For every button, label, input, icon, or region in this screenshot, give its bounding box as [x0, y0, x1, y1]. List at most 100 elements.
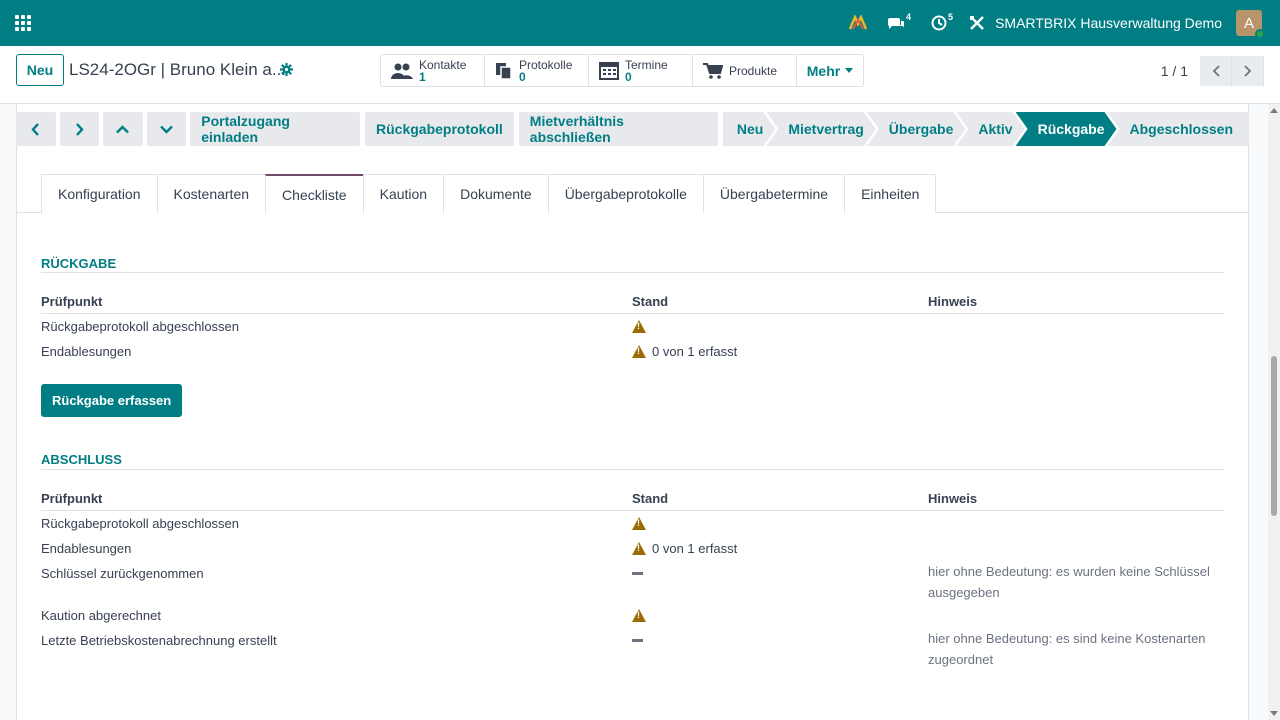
tab-konfiguration[interactable]: Konfiguration [41, 174, 158, 213]
row-pruefpunkt: Endablesungen [41, 541, 132, 556]
table-row: Rückgabeprotokoll abgeschlossen [41, 511, 1224, 536]
scrollbar-thumb[interactable] [1271, 356, 1277, 516]
table-row: Endablesungen 0 von 1 erfasst [41, 339, 1224, 364]
pager-next-button[interactable] [1232, 56, 1264, 86]
invite-portal-button[interactable]: Portalzugang einladen [190, 112, 360, 146]
activity-badge: 5 [948, 12, 954, 22]
prev-record-button[interactable] [16, 112, 56, 146]
new-record-button[interactable]: Neu [16, 54, 64, 86]
pager-previous-button[interactable] [1200, 56, 1232, 86]
checklist-table-rueckgabe: Prüfpunkt Stand Hinweis Rückgabeprotokol… [41, 292, 1224, 364]
table-row: Rückgabeprotokoll abgeschlossen [41, 314, 1224, 339]
row-pruefpunkt: Letzte Betriebskostenabrechnung erstellt [41, 633, 277, 648]
warning-icon [632, 517, 646, 530]
table-row: Schlüssel zurückgenommen hier ohne Bedeu… [41, 561, 1224, 603]
warning-icon [632, 320, 646, 333]
more-dropdown-button[interactable]: Mehr [797, 55, 863, 86]
app-menu-icon[interactable] [0, 0, 46, 46]
chevron-right-icon [1243, 65, 1251, 77]
chat-icon[interactable]: 4 [877, 0, 921, 46]
warning-icon [632, 609, 646, 622]
row-hinweis: hier ohne Bedeutung: es sind keine Koste… [928, 631, 1206, 667]
close-tenancy-button[interactable]: Mietverhältnis abschließen [518, 112, 718, 146]
tab-einheiten[interactable]: Einheiten [844, 174, 937, 213]
smart-button-label: Termine [625, 57, 668, 72]
smart-button-label: Produkte [729, 63, 778, 78]
checklist-table-abschluss: Prüfpunkt Stand Hinweis Rückgabeprotokol… [41, 489, 1224, 670]
return-protocol-button[interactable]: Rückgabeprotokoll [365, 112, 514, 146]
table-header: Prüfpunkt Stand Hinweis [41, 489, 1224, 511]
top-navbar: 4 5 SMARTBRIX Hausverwaltung Demo A [0, 0, 1280, 46]
column-header-stand: Stand [632, 294, 669, 309]
column-header-stand: Stand [632, 491, 669, 506]
online-status-icon [1255, 29, 1265, 39]
warning-icon [632, 542, 646, 555]
company-switcher[interactable]: SMARTBRIX Hausverwaltung Demo [963, 15, 1236, 31]
row-pruefpunkt: Rückgabeprotokoll abgeschlossen [41, 516, 240, 531]
collapse-button[interactable] [103, 112, 143, 146]
smart-button-termine[interactable]: Termine 0 [589, 55, 693, 86]
stage-neu[interactable]: Neu [723, 112, 775, 146]
stage-abgeschlossen[interactable]: Abgeschlossen [1107, 112, 1249, 146]
row-stand: 0 von 1 erfasst [632, 344, 928, 364]
row-pruefpunkt: Endablesungen [41, 344, 132, 359]
smart-button-label: Kontakte [419, 57, 467, 72]
smart-button-kontakte[interactable]: Kontakte 1 [381, 55, 485, 86]
row-stand-text: 0 von 1 erfasst [652, 344, 738, 359]
row-stand [632, 633, 928, 670]
stage-uebergabe[interactable]: Übergabe [867, 112, 966, 146]
company-name: SMARTBRIX Hausverwaltung Demo [995, 15, 1222, 31]
row-hinweis [928, 541, 1224, 561]
chevron-left-icon [1212, 65, 1220, 77]
capture-return-button[interactable]: Rückgabe erfassen [41, 384, 183, 417]
stage-rueckgabe[interactable]: Rückgabe [1016, 112, 1117, 146]
column-header-pruefpunkt: Prüfpunkt [41, 294, 103, 309]
column-header-hinweis: Hinweis [928, 491, 978, 506]
smart-button-produkte[interactable]: Produkte [693, 55, 797, 86]
form-statusbar: Portalzugang einladen Rückgabeprotokoll … [16, 112, 1249, 146]
column-header-hinweis: Hinweis [928, 294, 978, 309]
row-stand [632, 516, 928, 536]
breadcrumb-record-title: LS24-2OGr | Bruno Klein a... [69, 60, 287, 79]
scroll-down-arrow-icon[interactable] [1270, 711, 1278, 716]
gear-icon[interactable] [280, 63, 293, 79]
notebook-tabs: Konfiguration Kostenarten Checkliste Kau… [41, 174, 937, 213]
tab-kostenarten[interactable]: Kostenarten [156, 174, 267, 213]
row-pruefpunkt: Rückgabeprotokoll abgeschlossen [41, 319, 240, 334]
row-pruefpunkt: Schlüssel zurückgenommen [41, 566, 204, 581]
smart-button-count: 0 [625, 69, 632, 84]
next-record-button[interactable] [59, 112, 100, 146]
section-title-rueckgabe: RÜCKGABE [41, 256, 117, 271]
chevron-left-icon [31, 122, 40, 136]
user-avatar[interactable]: A [1236, 10, 1265, 39]
row-stand [632, 566, 928, 603]
scroll-up-arrow-icon[interactable] [1270, 108, 1278, 113]
tab-uebergabetermine[interactable]: Übergabetermine [702, 174, 846, 213]
stage-mietvertrag[interactable]: Mietvertrag [766, 112, 875, 146]
stage-aktiv[interactable]: Aktiv [956, 112, 1024, 146]
activity-clock-icon[interactable]: 5 [921, 0, 963, 46]
row-stand: 0 von 1 erfasst [632, 541, 928, 561]
row-hinweis [928, 344, 1224, 364]
row-hinweis [928, 608, 1224, 628]
tab-kaution[interactable]: Kaution [362, 174, 445, 213]
tab-uebergabeprotokolle[interactable]: Übergabeprotokolle [547, 174, 704, 213]
tab-dokumente[interactable]: Dokumente [443, 174, 549, 213]
pager-value[interactable]: 1 / 1 [1161, 63, 1188, 79]
row-stand [632, 608, 928, 628]
smart-button-count: 0 [519, 69, 526, 84]
copy-icon [496, 62, 512, 80]
row-hinweis [928, 516, 1224, 536]
expand-button[interactable] [146, 112, 187, 146]
stage-pipeline: Neu Mietvertrag Übergabe Aktiv Rückgabe … [723, 112, 1249, 146]
smart-button-protokolle[interactable]: Protokolle 0 [485, 55, 589, 86]
smart-button-count: 1 [419, 69, 426, 84]
cart-icon [703, 62, 723, 79]
tab-checkliste[interactable]: Checkliste [265, 174, 364, 213]
warning-icon [632, 345, 646, 358]
page-scrollbar[interactable] [1268, 104, 1280, 720]
chat-badge: 4 [906, 12, 912, 22]
dash-icon [632, 572, 643, 575]
avatar-letter: A [1243, 14, 1254, 32]
studio-icon[interactable] [839, 0, 877, 46]
